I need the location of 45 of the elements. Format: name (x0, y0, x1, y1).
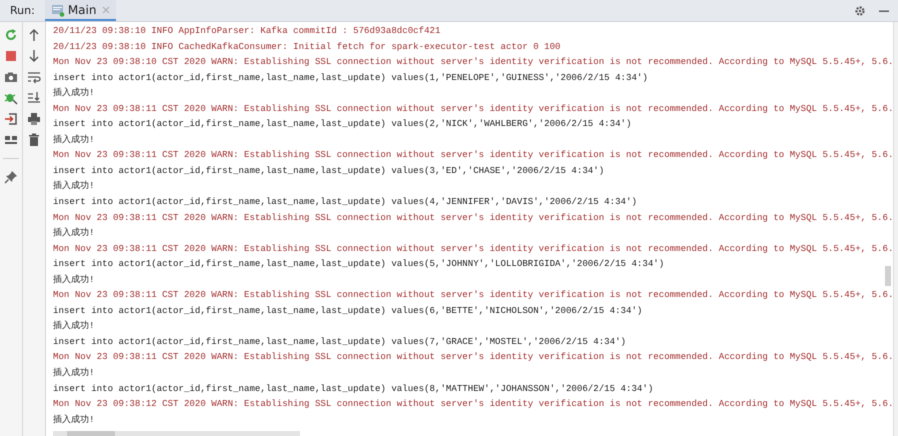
stop-icon[interactable] (4, 49, 18, 63)
vertical-scrollbar-thumb[interactable] (885, 266, 891, 286)
scroll-to-end-icon[interactable] (27, 91, 41, 105)
console-line: Mon Nov 23 09:38:11 CST 2020 WARN: Establishing SSL connection without server's identity verification is not recommended. According to MySQL 5.5.45+, 5.6. (53, 288, 893, 302)
console-line: 插入成功! (53, 226, 94, 240)
trash-icon[interactable] (27, 133, 41, 147)
console-line: 插入成功! (53, 86, 94, 100)
console-line: 插入成功! (53, 179, 94, 194)
console-line: Mon Nov 23 09:38:11 CST 2020 WARN: Establishing SSL connection without server's identity verification is not recommended. According to MySQL 5.5.45+, 5.6. (53, 350, 893, 364)
console-line: 插入成功! (53, 132, 94, 147)
console-tab[interactable]: Main (44, 0, 116, 21)
soft-wrap-icon[interactable] (27, 70, 41, 84)
camera-icon[interactable] (4, 70, 18, 84)
console-line: Mon Nov 23 09:38:10 CST 2020 WARN: Establishing SSL connection without server's identity verification is not recommended. According to MySQL 5.5.45+, 5.6. (53, 55, 893, 70)
settings-icon[interactable] (854, 4, 866, 16)
console-line: Mon Nov 23 09:38:11 CST 2020 WARN: Establishing SSL connection without server's identity verification is not recommended. According to MySQL 5.5.45+, 5.6. (53, 242, 893, 256)
console-line: insert into actor1(actor_id,first_name,last_name,last_update) values(1,'PENELOPE','GUINESS','2006/2/15 4:34') (53, 70, 648, 85)
down-arrow-icon[interactable] (27, 49, 41, 63)
console-line: Mon Nov 23 09:38:11 CST 2020 WARN: Establishing SSL connection without server's identity verification is not recommended. According to MySQL 5.5.45+, 5.6. (53, 148, 893, 162)
print-icon[interactable] (27, 112, 41, 126)
console-line: insert into actor1(actor_id,first_name,last_name,last_update) values(5,'JOHNNY','LOLLOBRIGIDA','2006/2/15 4:34') (53, 257, 664, 272)
pin-icon[interactable] (4, 170, 18, 184)
console-line: 插入成功! (53, 272, 94, 287)
console-line: Mon Nov 23 09:38:12 CST 2020 WARN: Establishing SSL connection without server's identity verification is not recommended. According to MySQL 5.5.45+, 5.6. (53, 397, 893, 412)
run-label: Run: (10, 4, 35, 17)
console-line: 插入成功! (53, 366, 94, 380)
console-line: Mon Nov 23 09:38:11 CST 2020 WARN: Establishing SSL connection without server's identity verification is not recommended. According to MySQL 5.5.45+, 5.6. (53, 210, 893, 225)
console-line: insert into actor1(actor_id,first_name,last_name,last_update) values(4,'JENNIFER','DAVIS','2006/2/15 4:34') (53, 195, 637, 210)
console-line: insert into actor1(actor_id,first_name,last_name,last_update) values(7,'GRACE','MOSTEL','2006/2/15 4:34') (53, 334, 626, 349)
console-line: insert into actor1(actor_id,first_name,last_name,last_update) values(8,'MATTHEW','JOHANSSON','2006/2/15 4:34') (53, 382, 654, 396)
console-line: 插入成功! (53, 412, 94, 427)
console-icon (50, 2, 65, 16)
console-line: 20/11/23 09:38:10 INFO AppInfoParser: Kafka commitId : 576d93a8dc0cf421 (53, 24, 440, 38)
rerun-icon[interactable] (4, 28, 18, 42)
layout-icon[interactable] (4, 133, 18, 147)
console-line: 插入成功! (53, 319, 94, 334)
console-line: Mon Nov 23 09:38:11 CST 2020 WARN: Establishing SSL connection without server's identity verification is not recommended. According to MySQL 5.5.45+, 5.6. (53, 102, 893, 116)
console-line: insert into actor1(actor_id,first_name,last_name,last_update) values(6,'BETTE','NICHOLSON','2006/2/15 4:34') (53, 304, 642, 318)
up-arrow-icon[interactable] (27, 28, 41, 42)
console-line: 20/11/23 09:38:10 INFO CachedKafkaConsumer: Initial fetch for spark-executor-test actor 0 100 (53, 40, 561, 54)
bug-icon[interactable] (4, 91, 18, 105)
horizontal-scrollbar-thumb[interactable] (67, 431, 115, 436)
exit-icon[interactable] (4, 112, 18, 126)
console-line: insert into actor1(actor_id,first_name,last_name,last_update) values(3,'ED','CHASE','2006/2/15 4:34') (53, 164, 604, 178)
console-line: insert into actor1(actor_id,first_name,last_name,last_update) values(2,'NICK','WAHLBERG','2006/2/15 4:34') (53, 117, 632, 132)
